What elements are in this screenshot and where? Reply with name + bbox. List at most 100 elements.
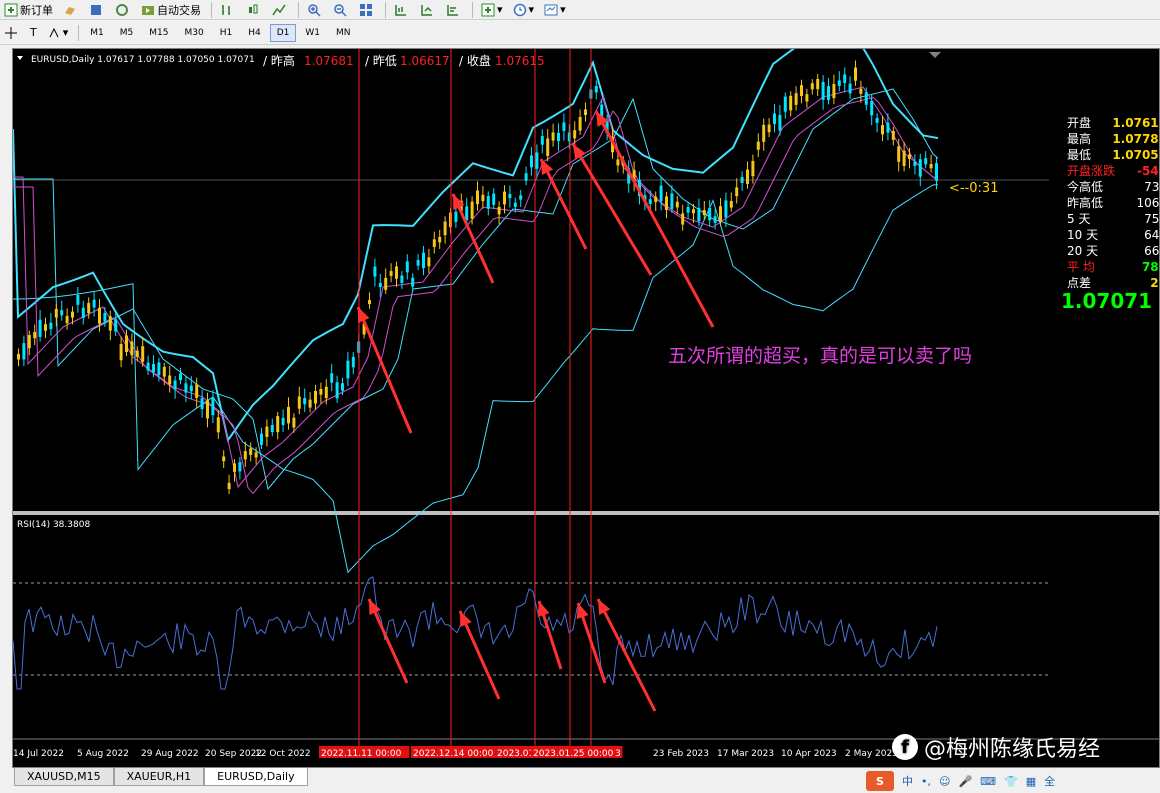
bear-candle bbox=[189, 385, 193, 392]
header-dropdown-icon bbox=[17, 56, 23, 60]
grid-icon bbox=[359, 3, 373, 17]
prev-high-value: 1.07681 bbox=[304, 54, 354, 68]
bull-candle bbox=[497, 206, 501, 215]
info-row: 开盘 1.07617 bbox=[1067, 115, 1159, 131]
bull-candle bbox=[233, 463, 236, 472]
timeframe-mn[interactable]: MN bbox=[329, 24, 358, 42]
bar-chart-button[interactable] bbox=[216, 1, 240, 19]
timeframe-h4[interactable]: H4 bbox=[241, 24, 268, 42]
terminal-button[interactable] bbox=[85, 1, 109, 19]
bull-candle bbox=[168, 375, 172, 385]
text-tool-button[interactable]: T bbox=[26, 24, 41, 42]
templates-button[interactable]: ▾ bbox=[540, 1, 570, 19]
timeframe-d1[interactable]: D1 bbox=[269, 23, 297, 42]
bull-candle bbox=[881, 125, 884, 135]
bear-candle bbox=[422, 252, 425, 269]
auto-trade-button[interactable]: 自动交易 bbox=[137, 1, 205, 19]
tab-xaueur-h1[interactable]: XAUEUR,H1 bbox=[113, 768, 205, 786]
timeframe-w1[interactable]: W1 bbox=[298, 24, 327, 42]
info-row: 10 天 642 bbox=[1067, 227, 1159, 243]
keyboard-icon[interactable]: ⌨ bbox=[980, 775, 996, 788]
tab-xauusd-m15[interactable]: XAUUSD,M15 bbox=[14, 768, 114, 786]
emoji-icon[interactable]: ☺ bbox=[939, 775, 950, 788]
symbol-header: EURUSD,Daily 1.07617 1.07788 1.07050 1.0… bbox=[31, 55, 255, 65]
sogou-ime-icon[interactable]: S bbox=[866, 771, 894, 791]
bear-candle bbox=[778, 114, 782, 131]
line-chart-button[interactable] bbox=[268, 1, 292, 19]
signals-button[interactable] bbox=[111, 1, 135, 19]
text-tool-label: T bbox=[30, 26, 37, 39]
bull-candle bbox=[470, 201, 474, 219]
bull-candle bbox=[702, 209, 706, 216]
periodicity-button[interactable]: ▾ bbox=[509, 1, 539, 19]
bull-candle bbox=[681, 213, 685, 225]
bull-candle bbox=[119, 344, 123, 361]
bull-candle bbox=[584, 109, 587, 115]
bull-candle bbox=[319, 388, 323, 395]
arrows-tool-button[interactable]: ▾ bbox=[43, 24, 73, 42]
zoom-in-icon bbox=[307, 3, 321, 17]
bull-candle bbox=[551, 132, 555, 141]
zoom-out-button[interactable] bbox=[329, 1, 353, 19]
red-arrowhead bbox=[537, 601, 550, 617]
candle-chart-button[interactable] bbox=[242, 1, 266, 19]
date-axis-label: 12 Oct 2022 bbox=[255, 749, 311, 759]
info-row: 开盘涨跌 -546 bbox=[1067, 163, 1159, 179]
mic-icon[interactable]: 🎤 bbox=[958, 775, 972, 788]
bull-candle bbox=[751, 161, 755, 177]
bull-candle bbox=[929, 163, 933, 169]
date-axis-label: 20 Sep 2022 bbox=[205, 749, 262, 759]
bear-candle bbox=[200, 398, 204, 410]
zoom-in-button[interactable] bbox=[303, 1, 327, 19]
timeframe-h1[interactable]: H1 bbox=[213, 24, 240, 42]
bear-candle bbox=[152, 364, 155, 373]
toolbox-icon[interactable]: ▦ bbox=[1026, 775, 1036, 788]
date-axis-label: 17 Mar 2023 bbox=[717, 749, 774, 759]
chart-canvas[interactable]: EURUSD,Daily 1.07617 1.07788 1.07050 1.0… bbox=[13, 49, 1160, 768]
gold-bars-icon bbox=[63, 3, 77, 17]
bull-candle bbox=[254, 452, 258, 458]
ime-mode[interactable]: 中 bbox=[902, 773, 913, 789]
bull-candle bbox=[675, 201, 679, 208]
fullwidth-toggle[interactable]: 全 bbox=[1044, 773, 1055, 789]
gold-icon-button[interactable] bbox=[59, 1, 83, 19]
tab-eurusd-daily[interactable]: EURUSD,Daily bbox=[204, 768, 308, 786]
timeframe-m1[interactable]: M1 bbox=[83, 24, 111, 42]
period-button[interactable] bbox=[442, 1, 466, 19]
close-value: 1.07615 bbox=[495, 54, 545, 68]
date-axis-label: 10 Apr 2023 bbox=[781, 749, 837, 759]
bear-candle bbox=[913, 161, 917, 166]
bear-candle bbox=[535, 152, 539, 169]
chart-window[interactable]: EURUSD,Daily 1.07617 1.07788 1.07050 1.0… bbox=[12, 48, 1160, 768]
bear-candle bbox=[557, 132, 560, 142]
bull-candle bbox=[292, 417, 296, 428]
info-label: 开盘 bbox=[1067, 116, 1092, 130]
timeframe-m30[interactable]: M30 bbox=[177, 24, 210, 42]
punctuation-icon[interactable]: •, bbox=[921, 775, 931, 788]
watermark: f @梅州陈缘氏易经 bbox=[892, 731, 1100, 763]
bull-candle bbox=[98, 307, 101, 324]
new-order-button[interactable]: 新订单 bbox=[0, 1, 57, 19]
bull-candle bbox=[44, 324, 47, 331]
tile-windows-button[interactable] bbox=[355, 1, 379, 19]
main-toolbar: 新订单 自动交易 ▾ ▾ ▾ bbox=[0, 0, 1160, 20]
bear-candle bbox=[157, 362, 161, 376]
bull-candle bbox=[249, 448, 253, 455]
zoom-out-icon bbox=[333, 3, 347, 17]
skin-icon[interactable]: 👕 bbox=[1004, 775, 1018, 788]
autoscroll-button[interactable] bbox=[416, 1, 440, 19]
timeframe-m5[interactable]: M5 bbox=[113, 24, 141, 42]
timeframe-m15[interactable]: M15 bbox=[142, 24, 175, 42]
info-value: -546 bbox=[1136, 164, 1159, 178]
bull-candle bbox=[389, 271, 393, 276]
chart-shift-button[interactable] bbox=[390, 1, 414, 19]
crosshair-button[interactable] bbox=[0, 24, 24, 42]
prev-low-value: 1.06617 bbox=[400, 54, 450, 68]
info-value: 1.07617 bbox=[1112, 116, 1159, 130]
info-value: 780 bbox=[1141, 260, 1159, 274]
bull-candle bbox=[265, 426, 269, 437]
indicators-button[interactable]: ▾ bbox=[477, 1, 507, 19]
current-price: 1.07071 bbox=[1061, 289, 1153, 313]
toolbar-separator bbox=[78, 24, 80, 41]
close-label: / 收盘 bbox=[459, 53, 491, 68]
